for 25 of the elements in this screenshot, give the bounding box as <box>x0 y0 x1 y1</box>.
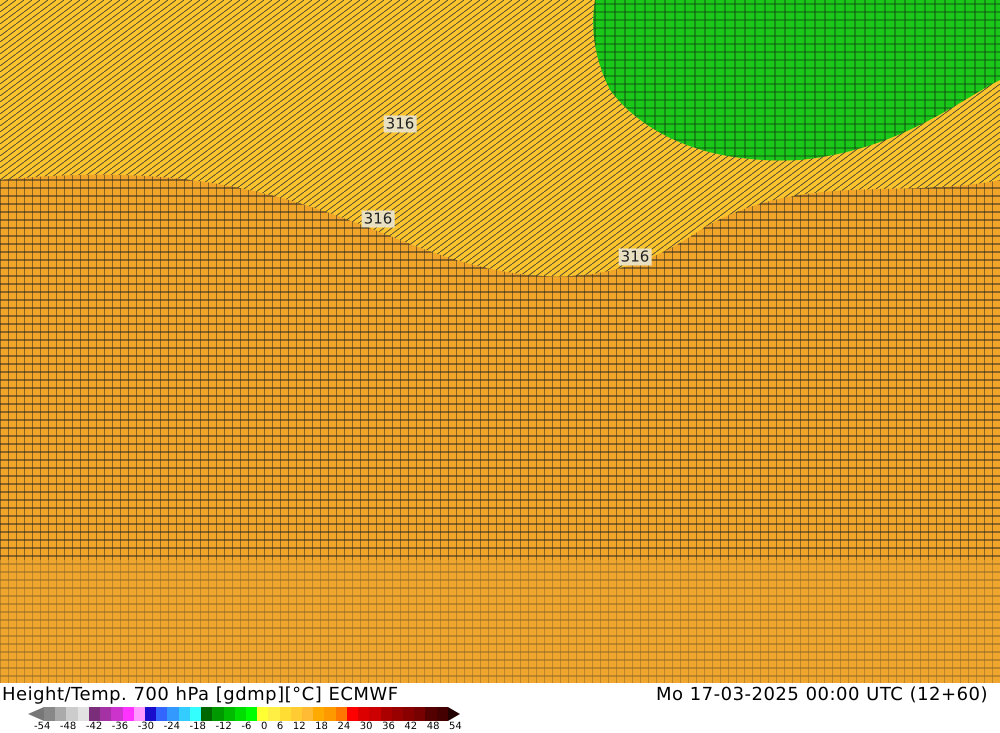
scale-tick-label: 0 <box>260 721 268 733</box>
scale-tick-label: 36 <box>382 721 395 733</box>
scale-tick-label: -30 <box>138 721 154 733</box>
scale-tick-label: -48 <box>60 721 76 733</box>
contour-label: 316 <box>384 116 416 133</box>
scale-tick-label: 48 <box>426 721 440 733</box>
scale-tick-label: -24 <box>164 721 180 733</box>
scale-tick-label: -42 <box>86 721 102 733</box>
scale-tick-label: 24 <box>337 721 350 733</box>
scale-tick-label: 42 <box>404 721 418 733</box>
scale-tick-label: -12 <box>215 721 232 733</box>
contour-label: 316 <box>618 248 652 266</box>
scale-tick-label: 54 <box>449 721 462 733</box>
scale-tick-label: -6 <box>241 721 252 733</box>
scale-arrow-icon <box>448 707 460 721</box>
map-title: Height/Temp. 700 hPa [gdmp][°C] ECMWF <box>2 683 399 707</box>
scale-tick-label: -18 <box>190 721 206 733</box>
run-time: Mo 17-03-2025 00:00 UTC (12+60) <box>656 683 988 707</box>
scale-tick-label: -36 <box>112 721 128 733</box>
scale-tick-label: 30 <box>360 721 373 733</box>
scale-tick-label: -54 <box>34 721 50 733</box>
scale-tick-label: 6 <box>276 721 284 733</box>
scale-tick-label: 12 <box>292 721 306 733</box>
scale-tick-label: 18 <box>315 721 328 733</box>
contour-label: 316 <box>362 210 394 228</box>
